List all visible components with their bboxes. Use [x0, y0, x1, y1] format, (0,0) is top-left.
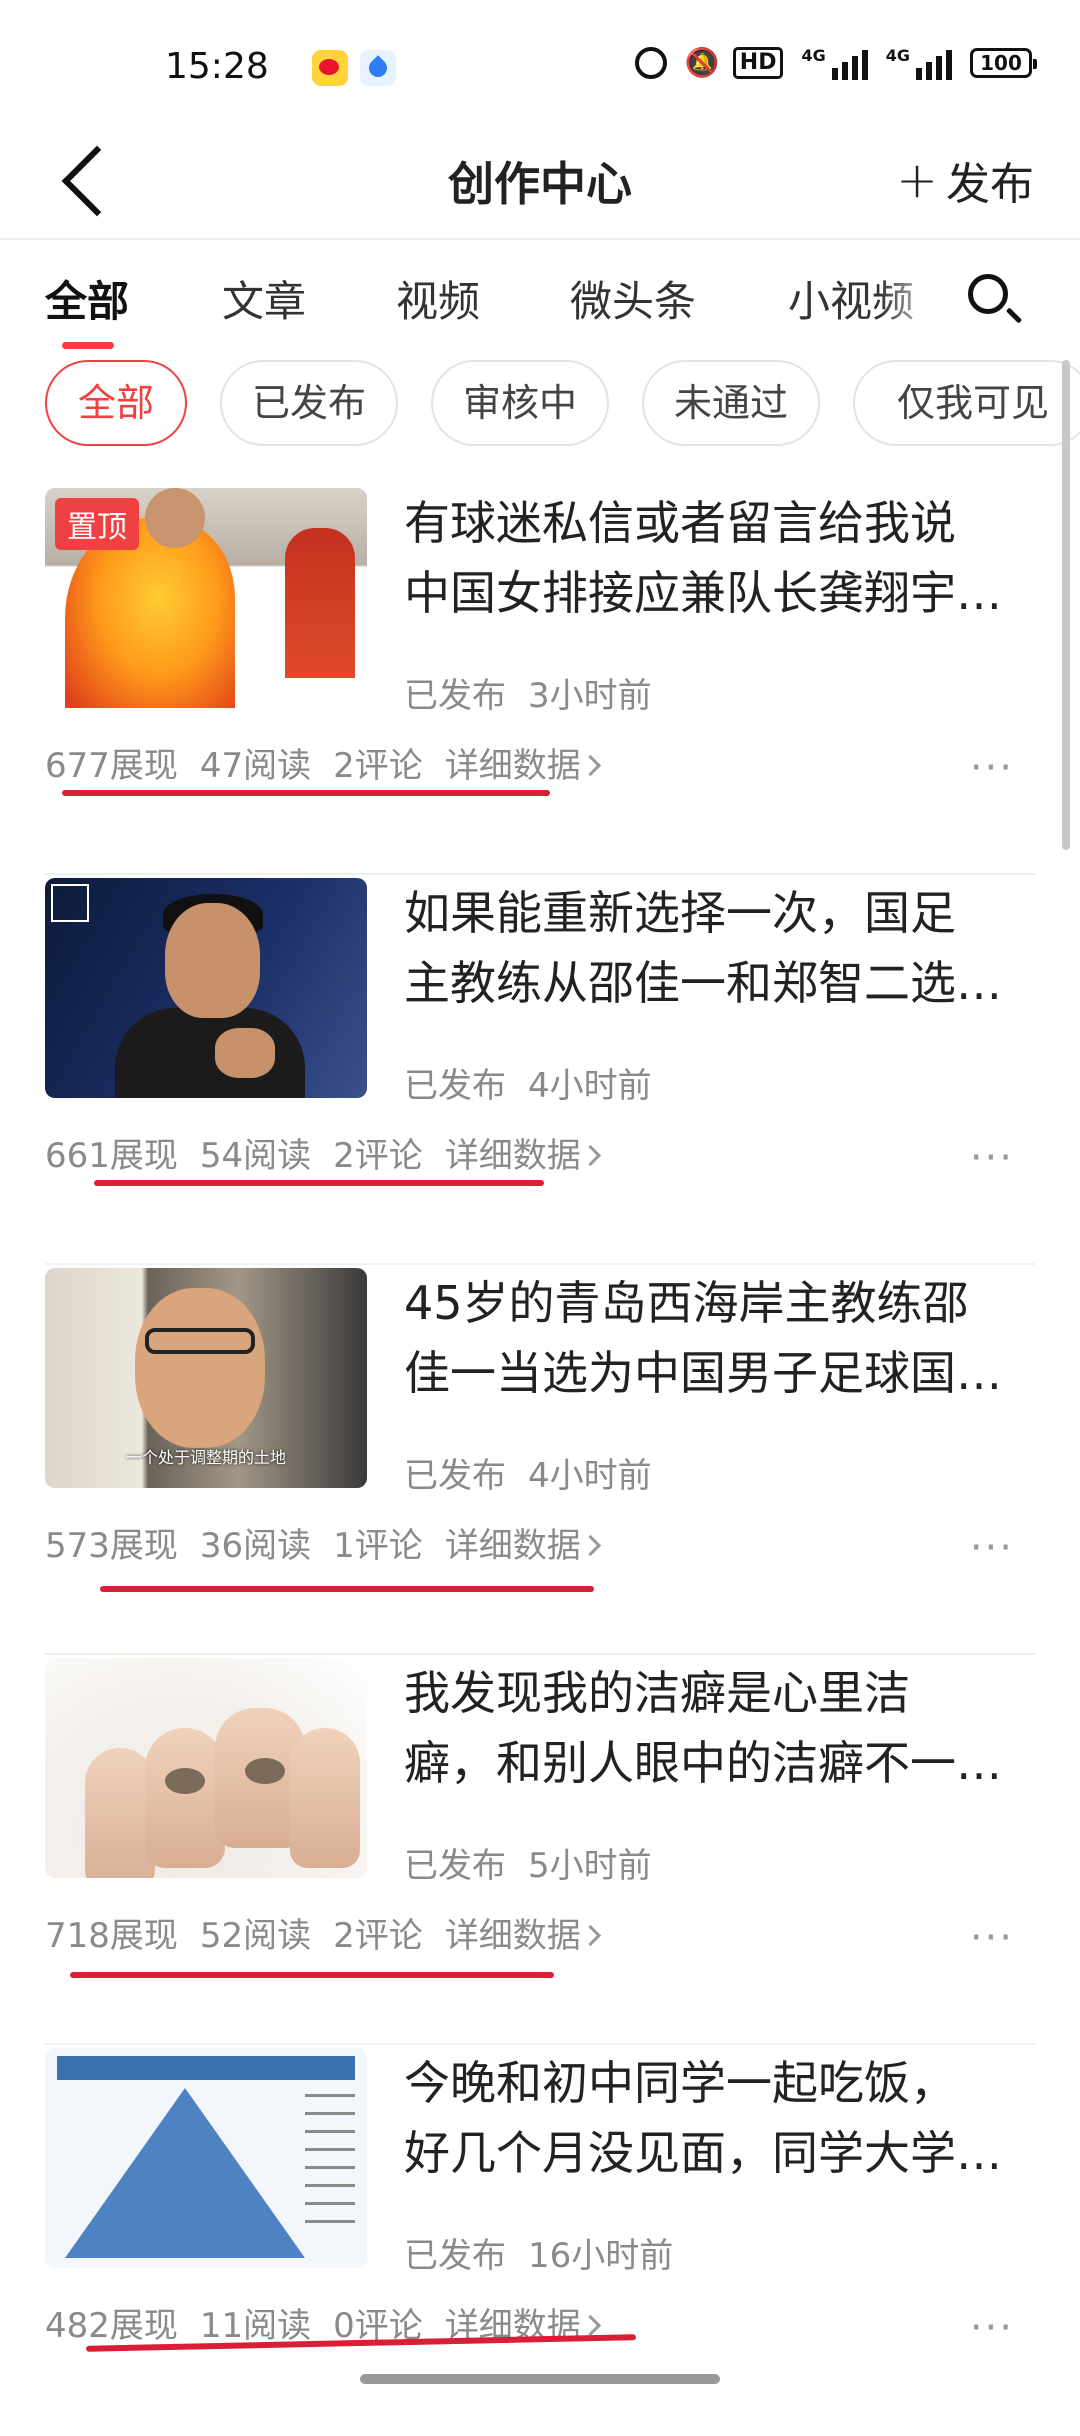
post-stats: 677展现 47阅读 2评论 详细数据 [45, 738, 620, 787]
post-meta: 已发布 5小时前 [404, 1846, 652, 1886]
tab-articles[interactable]: 文章 [222, 268, 306, 329]
status-bar: 15:28 🔕 HD 4G 4G 100 [0, 0, 1080, 130]
chevron-right-icon [579, 1534, 601, 1557]
thumbnail-caption: 一个处于调整期的土地 [125, 1448, 286, 1467]
publish-label: 发布 [946, 159, 1034, 210]
post-item[interactable]: 置顶 有球迷私信或者留言给我说 中国女排接应兼队长龚翔宇… 已发布 3小时前 67… [0, 488, 1080, 876]
post-thumbnail [45, 878, 367, 1098]
post-thumbnail: 置顶 [45, 488, 367, 708]
reads-count: 36阅读 [199, 1526, 312, 1566]
status-time: 15:28 [165, 46, 269, 87]
status-filter-chips: 全部 已发布 审核中 未通过 仅我可见 [45, 360, 1080, 450]
impressions-count: 661展现 [45, 1136, 178, 1176]
comments-count: 1评论 [333, 1526, 423, 1566]
more-options-icon[interactable]: ··· [970, 1528, 1014, 1568]
chevron-right-icon [579, 754, 601, 777]
post-title: 有球迷私信或者留言给我说 中国女排接应兼队长龚翔宇… [404, 496, 1002, 620]
details-link[interactable]: 详细数据 [445, 746, 601, 786]
tab-micro-headlines[interactable]: 微头条 [570, 268, 696, 329]
more-options-icon[interactable]: ··· [970, 1918, 1014, 1958]
signal-icon: 4G [801, 46, 868, 80]
filter-rejected[interactable]: 未通过 [642, 360, 820, 446]
scrollbar[interactable] [1062, 360, 1070, 850]
tab-all[interactable]: 全部 [45, 268, 129, 329]
more-options-icon[interactable]: ··· [970, 2308, 1014, 2348]
filter-private[interactable]: 仅我可见 [853, 360, 1080, 446]
post-meta: 已发布 4小时前 [404, 1066, 652, 1106]
post-item[interactable]: 一个处于调整期的土地 45岁的青岛西海岸主教练邵 佳一当选为中国男子足球国… 已… [0, 1268, 1080, 1656]
divider [45, 1653, 1035, 1655]
reads-count: 54阅读 [199, 1136, 312, 1176]
impressions-count: 573展现 [45, 1526, 178, 1566]
post-stats: 661展现 54阅读 2评论 详细数据 [45, 1128, 620, 1177]
divider [45, 2043, 1035, 2045]
post-stats: 718展现 52阅读 2评论 详细数据 [45, 1908, 620, 1957]
more-options-icon[interactable]: ··· [970, 1138, 1014, 1178]
post-title: 45岁的青岛西海岸主教练邵 佳一当选为中国男子足球国… [404, 1276, 1002, 1400]
hd-icon: HD [732, 47, 784, 79]
reads-count: 11阅读 [199, 2306, 312, 2346]
details-link[interactable]: 详细数据 [445, 1526, 601, 1566]
tabs-fade [880, 240, 970, 350]
post-thumbnail [45, 1658, 367, 1878]
post-meta: 已发布 4小时前 [404, 1456, 652, 1496]
annotation-underline [70, 1972, 554, 1978]
filter-all[interactable]: 全部 [45, 360, 187, 446]
post-stats: 573展现 36阅读 1评论 详细数据 [45, 1518, 620, 1567]
battery-icon: 100 [970, 48, 1037, 78]
alarm-icon [634, 47, 667, 79]
post-title: 今晚和初中同学一起吃饭， 好几个月没见面，同学大学… [404, 2056, 1002, 2180]
publish-button[interactable]: + 发布 [896, 148, 1034, 212]
app-header: 创作中心 + 发布 [0, 130, 1080, 240]
post-meta: 已发布 16小时前 [404, 2236, 674, 2276]
comments-count: 2评论 [333, 1916, 423, 1956]
comments-count: 2评论 [333, 746, 423, 786]
plus-icon: + [896, 151, 938, 209]
impressions-count: 482展现 [45, 2306, 178, 2346]
post-title: 如果能重新选择一次，国足 主教练从邵佳一和郑智二选… [404, 886, 1002, 1010]
notification-app-icon [360, 50, 396, 86]
tab-videos[interactable]: 视频 [396, 268, 480, 329]
details-link[interactable]: 详细数据 [445, 1916, 601, 1956]
reads-count: 47阅读 [199, 746, 312, 786]
home-indicator[interactable] [360, 2374, 720, 2384]
post-thumbnail [45, 2048, 367, 2268]
tv-logo-icon [51, 884, 89, 922]
active-tab-indicator [62, 342, 114, 349]
post-title: 我发现我的洁癖是心里洁 癖，和别人眼中的洁癖不一… [404, 1666, 1002, 1790]
details-link[interactable]: 详细数据 [445, 1136, 601, 1176]
more-options-icon[interactable]: ··· [970, 748, 1014, 788]
signal-icon-2: 4G [886, 46, 952, 80]
search-icon[interactable] [968, 274, 1008, 314]
post-thumbnail: 一个处于调整期的土地 [45, 1268, 367, 1488]
annotation-underline [62, 790, 550, 796]
chevron-right-icon [579, 1924, 601, 1947]
impressions-count: 677展现 [45, 746, 178, 786]
annotation-underline [100, 1586, 594, 1592]
mute-icon: 🔕 [684, 46, 720, 79]
post-item[interactable]: 我发现我的洁癖是心里洁 癖，和别人眼中的洁癖不一… 已发布 5小时前 718展现 5… [0, 1658, 1080, 2046]
comments-count: 2评论 [333, 1136, 423, 1176]
post-item[interactable]: 如果能重新选择一次，国足 主教练从邵佳一和郑智二选… 已发布 4小时前 661展现… [0, 878, 1080, 1266]
chevron-right-icon [579, 1144, 601, 1167]
filter-published[interactable]: 已发布 [220, 360, 398, 446]
reads-count: 52阅读 [199, 1916, 312, 1956]
system-icons: 🔕 HD 4G 4G 100 [634, 46, 1037, 80]
filter-under-review[interactable]: 审核中 [431, 360, 609, 446]
weibo-app-icon [312, 50, 348, 86]
divider [45, 1263, 1035, 1265]
annotation-underline [94, 1180, 544, 1186]
pinned-badge: 置顶 [55, 498, 139, 550]
chevron-right-icon [579, 2314, 601, 2337]
post-meta: 已发布 3小时前 [404, 676, 652, 716]
divider [45, 873, 1035, 875]
impressions-count: 718展现 [45, 1916, 178, 1956]
content-tabs: 全部 文章 视频 微头条 小视频 [0, 240, 1080, 350]
